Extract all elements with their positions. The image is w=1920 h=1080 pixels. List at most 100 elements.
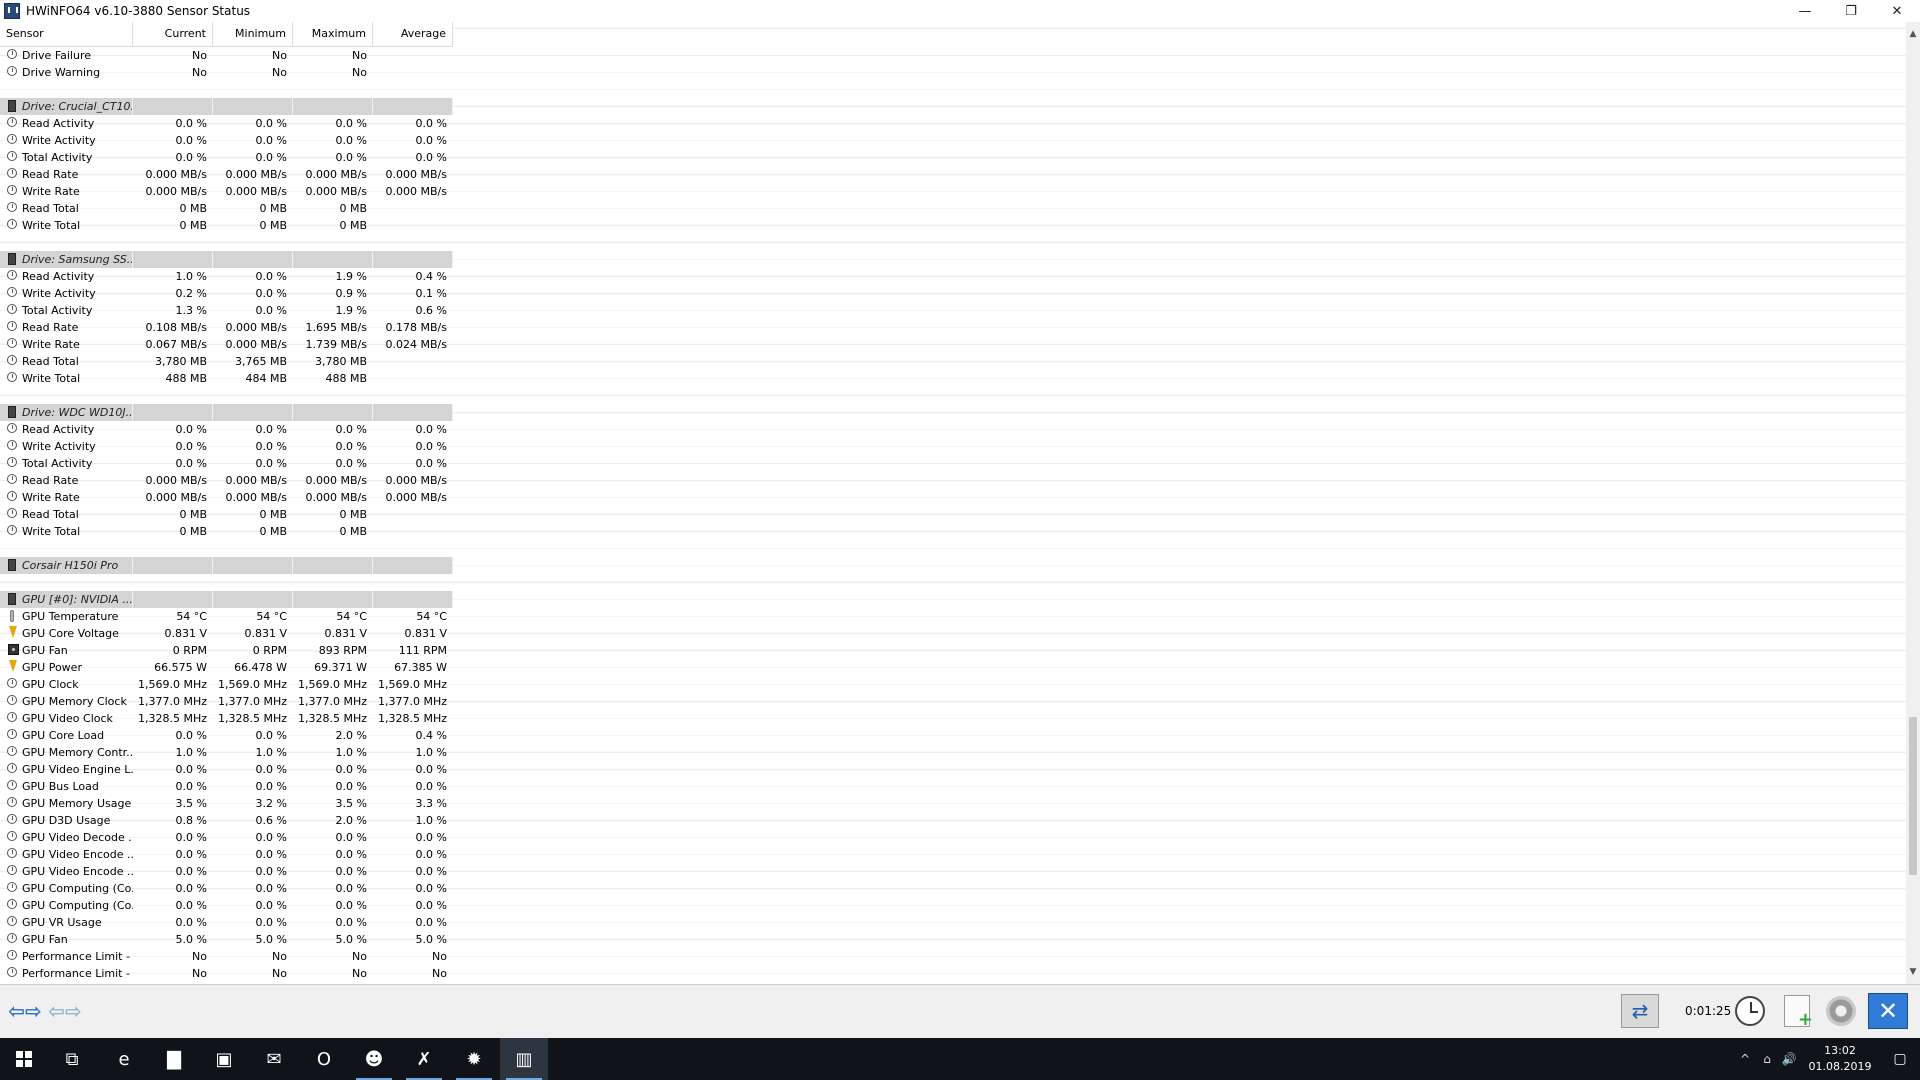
table-row[interactable]: Read Total 3,780 MB 3,765 MB 3,780 MB [0,353,453,370]
table-row[interactable]: Write Total 0 MB 0 MB 0 MB [0,523,453,540]
table-row[interactable]: Write Rate 0.000 MB/s 0.000 MB/s 0.000 MB/s… [0,489,453,506]
table-row[interactable]: Write Activity 0.0 % 0.0 % 0.0 % 0.0 % [0,132,453,149]
table-row[interactable]: Write Activity 0.0 % 0.0 % 0.0 % 0.0 % [0,438,453,455]
table-row[interactable]: GPU Memory Clock 1,377.0 MHz 1,377.0 MHz 1,… [0,693,453,710]
table-row[interactable]: Write Total 0 MB 0 MB 0 MB [0,217,453,234]
table-row[interactable]: Performance Limit - ... No No No No [0,965,453,982]
file-explorer-icon[interactable]: ▇ [150,1038,198,1080]
column-header-minimum[interactable]: Minimum [213,22,293,46]
value-min: 0.0 % [255,865,287,878]
table-row[interactable]: GPU Core Load 0.0 % 0.0 % 2.0 % 0.4 % [0,727,453,744]
mail-icon[interactable]: ✉ [250,1038,298,1080]
column-header-average[interactable]: Average [373,22,453,46]
table-row[interactable]: Write Rate 0.067 MB/s 0.000 MB/s 1.739 MB/s… [0,336,453,353]
column-header-maximum[interactable]: Maximum [293,22,373,46]
app-green-icon[interactable]: ✗ [400,1038,448,1080]
table-row[interactable]: Performance Limit - ... No No No No [0,948,453,965]
table-row[interactable]: Read Activity 0.0 % 0.0 % 0.0 % 0.0 % [0,115,453,132]
table-row[interactable]: GPU Power 66.575 W 66.478 W 69.371 W 67.385 … [0,659,453,676]
restore-button[interactable]: ❐ [1828,0,1874,22]
vertical-scrollbar[interactable]: ▲ ▼ [1906,22,1920,984]
table-row[interactable]: Write Total 488 MB 484 MB 488 MB [0,370,453,387]
opera-icon[interactable]: O [300,1038,348,1080]
table-row[interactable]: GPU VR Usage 0.0 % 0.0 % 0.0 % 0.0 % [0,914,453,931]
hwinfo-taskbar-icon[interactable]: ▥ [500,1038,548,1080]
table-row[interactable]: GPU Memory Usage 3.5 % 3.2 % 3.5 % 3.3 % [0,795,453,812]
table-row[interactable]: GPU Video Decode ... 0.0 % 0.0 % 0.0 % 0.0 % [0,829,453,846]
sensor-group-row[interactable]: Corsair H150i Pro [0,557,453,574]
sensor-group-row[interactable]: Drive: Samsung SS... [0,251,453,268]
scroll-down-icon[interactable]: ▼ [1906,964,1920,980]
navigate-arrows-button[interactable]: ⇦⇨ [6,993,44,1029]
task-view-icon[interactable]: ⧉ [48,1038,96,1080]
value-cur: 0.067 MB/s [145,338,207,351]
table-row[interactable]: Read Rate 0.108 MB/s 0.000 MB/s 1.695 MB/s 0… [0,319,453,336]
sensor-name: Drive Warning [0,64,133,81]
table-row[interactable]: Total Activity 0.0 % 0.0 % 0.0 % 0.0 % [0,149,453,166]
table-row[interactable]: GPU Video Encode ... 0.0 % 0.0 % 0.0 % 0.0 % [0,846,453,863]
app-red-icon[interactable]: ✹ [450,1038,498,1080]
table-row[interactable]: Write Rate 0.000 MB/s 0.000 MB/s 0.000 MB/s… [0,183,453,200]
value-max: 0.0 % [335,780,367,793]
app-face-icon[interactable]: ☻ [350,1038,398,1080]
value-max: 5.0 % [335,933,367,946]
sensor-grid[interactable]: Sensor Current Minimum Maximum Average D… [0,22,1906,984]
volume-icon[interactable]: 🔊 [1778,1052,1800,1066]
sync-button[interactable]: ⇄ [1620,993,1660,1029]
network-icon[interactable]: ⌂ [1756,1052,1778,1066]
table-row[interactable]: Drive Warning No No No [0,64,453,81]
table-row[interactable]: GPU D3D Usage 0.8 % 0.6 % 2.0 % 1.0 % [0,812,453,829]
sensor-group-row[interactable]: GPU [#0]: NVIDIA ... [0,591,453,608]
table-row[interactable]: GPU Core Voltage 0.831 V 0.831 V 0.831 V 0.8… [0,625,453,642]
table-row[interactable]: GPU Computing (Co... 0.0 % 0.0 % 0.0 % 0.0 % [0,880,453,897]
navigate-arrows-disabled-button[interactable]: ⇦⇨ [46,993,84,1029]
store-icon[interactable]: ▣ [200,1038,248,1080]
settings-button[interactable] [1822,993,1860,1029]
sensor-label: GPU Bus Load [22,780,99,793]
table-row[interactable]: Read Total 0 MB 0 MB 0 MB [0,506,453,523]
sensor-name: Total Activity [0,455,133,472]
table-row[interactable]: GPU Bus Load 0.0 % 0.0 % 0.0 % 0.0 % [0,778,453,795]
logging-button[interactable] [1778,993,1816,1030]
table-row[interactable]: GPU Fan 0 RPM 0 RPM 893 RPM 111 RPM [0,642,453,659]
table-row[interactable]: GPU Temperature 54 °C 54 °C 54 °C 54 °C [0,608,453,625]
table-row[interactable]: GPU Video Engine L... 0.0 % 0.0 % 0.0 % 0.0 … [0,761,453,778]
minimize-button[interactable]: — [1782,0,1828,22]
close-window-button[interactable]: ✕ [1874,0,1920,22]
value-avg: 67.385 W [394,661,447,674]
table-row[interactable]: GPU Clock 1,569.0 MHz 1,569.0 MHz 1,569.0 M… [0,676,453,693]
table-row[interactable]: Read Rate 0.000 MB/s 0.000 MB/s 0.000 MB/s 0… [0,166,453,183]
table-row[interactable]: Read Total 0 MB 0 MB 0 MB [0,200,453,217]
tray-chevron-icon[interactable]: ^ [1734,1052,1756,1066]
table-row[interactable]: GPU Video Clock 1,328.5 MHz 1,328.5 MHz 1,3… [0,710,453,727]
sensor-group-row[interactable]: Drive: WDC WD10J... [0,404,453,421]
column-header-sensor[interactable]: Sensor [0,22,133,46]
table-row[interactable]: GPU Video Encode ... 0.0 % 0.0 % 0.0 % 0.0 % [0,863,453,880]
sensor-name: GPU Bus Load [0,778,133,795]
table-row[interactable]: GPU Fan 5.0 % 5.0 % 5.0 % 5.0 % [0,931,453,948]
table-row[interactable]: Write Activity 0.2 % 0.0 % 0.9 % 0.1 % [0,285,453,302]
table-row[interactable]: GPU Computing (Co... 0.0 % 0.0 % 0.0 % 0.0 % [0,897,453,914]
timer-reset-button[interactable] [1730,993,1770,1029]
table-row[interactable]: Total Activity 1.3 % 0.0 % 1.9 % 0.6 % [0,302,453,319]
column-header-current[interactable]: Current [133,22,213,46]
sync-icon: ⇄ [1621,994,1659,1028]
windows-start-icon[interactable] [0,1038,48,1080]
sensor-clock-icon [7,423,17,433]
value-avg [373,217,453,234]
notification-center-icon[interactable]: ▢ [1880,1038,1920,1080]
table-row[interactable]: Read Activity 0.0 % 0.0 % 0.0 % 0.0 % [0,421,453,438]
table-row[interactable]: Read Rate 0.000 MB/s 0.000 MB/s 0.000 MB/s 0… [0,472,453,489]
sensor-group-row[interactable]: Drive: Crucial_CT10... [0,98,453,115]
scroll-up-icon[interactable]: ▲ [1906,26,1920,42]
close-sensors-button[interactable]: ✕ [1867,993,1909,1029]
table-row[interactable]: GPU Memory Contr... 1.0 % 1.0 % 1.0 % 1.0 % [0,744,453,761]
table-row[interactable]: Total Activity 0.0 % 0.0 % 0.0 % 0.0 % [0,455,453,472]
value-cur: 1.0 % [175,746,207,759]
edge-icon[interactable]: e [100,1038,148,1080]
table-row[interactable]: Read Activity 1.0 % 0.0 % 1.9 % 0.4 % [0,268,453,285]
sensor-clock-icon [7,712,17,722]
table-row[interactable]: Drive Failure No No No [0,47,453,64]
taskbar-clock[interactable]: 13:02 01.08.2019 [1800,1043,1880,1075]
scroll-thumb[interactable] [1909,717,1917,875]
